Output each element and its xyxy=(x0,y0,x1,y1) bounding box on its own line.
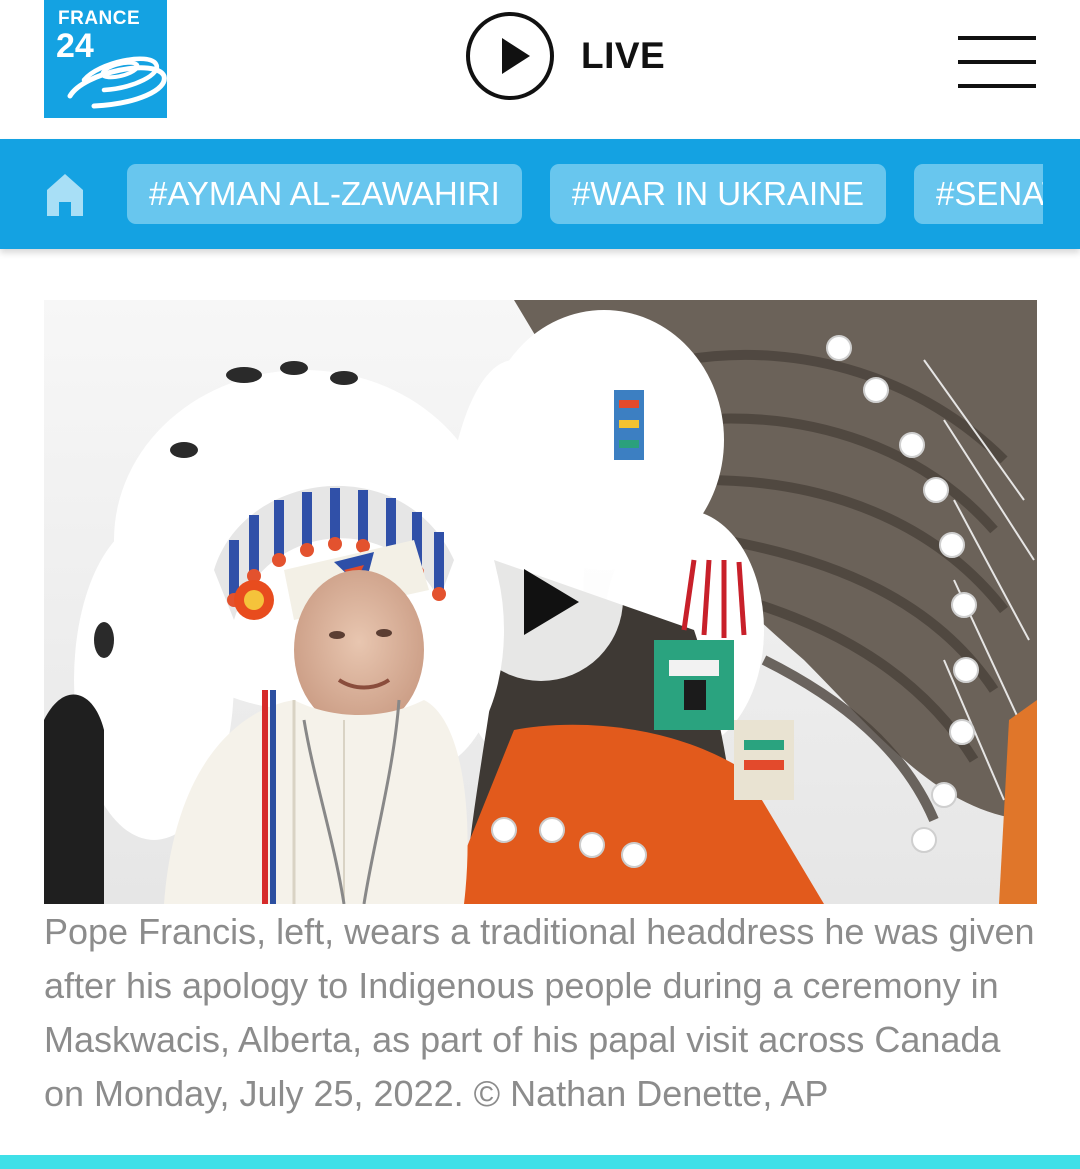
logo-name: FRANCE xyxy=(58,8,141,29)
tag-ayman-al-zawahiri[interactable]: #AYMAN AL-ZAWAHIRI xyxy=(127,164,522,224)
tag-senate[interactable]: #SENATE xyxy=(914,164,1043,224)
site-header: FRANCE 24 LIVE xyxy=(0,0,1080,139)
video-play-button[interactable] xyxy=(459,517,623,681)
france24-logo[interactable]: FRANCE 24 xyxy=(44,0,167,118)
tag-list: #AYMAN AL-ZAWAHIRI #WAR IN UKRAINE #SENATE xyxy=(127,164,1043,224)
live-play-icon xyxy=(466,12,554,100)
play-icon xyxy=(524,569,579,635)
photo-caption: Pope Francis, left, wears a traditional … xyxy=(44,911,1035,1114)
hamburger-menu-icon[interactable] xyxy=(958,36,1038,90)
live-button[interactable]: LIVE xyxy=(466,8,665,104)
tag-war-in-ukraine[interactable]: #WAR IN UKRAINE xyxy=(549,164,886,224)
video-thumbnail[interactable] xyxy=(44,300,1037,904)
live-label: LIVE xyxy=(581,35,666,76)
logo-number: 24 xyxy=(56,27,94,65)
bottom-accent-strip xyxy=(0,1155,1080,1169)
topic-tag-bar: #AYMAN AL-ZAWAHIRI #WAR IN UKRAINE #SENATE xyxy=(0,139,1080,249)
home-icon[interactable] xyxy=(46,172,84,216)
